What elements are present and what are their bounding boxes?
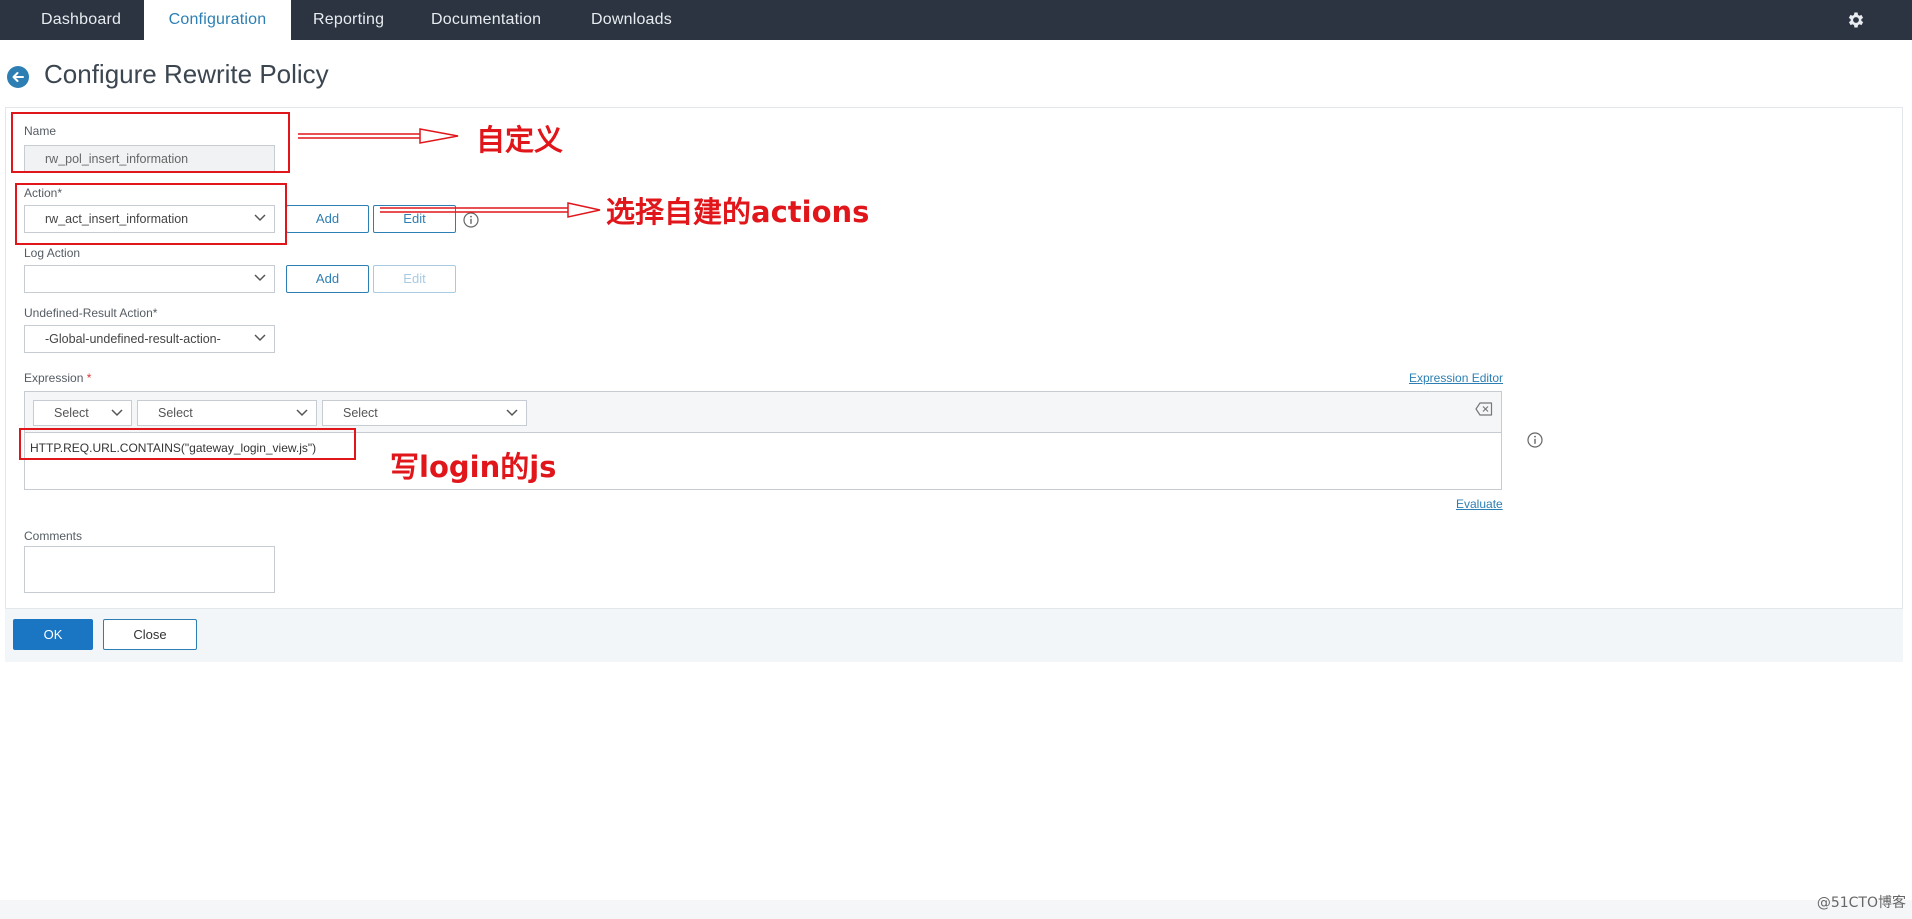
annotation-arrows bbox=[298, 128, 601, 218]
page-bottom-strip bbox=[0, 900, 1912, 919]
watermark: @51CTO博客 bbox=[1816, 895, 1906, 911]
annotation-name-note: 自定义 bbox=[476, 123, 564, 157]
annotation-arrow-action bbox=[380, 202, 601, 218]
annotation-expression-note: 写login的js bbox=[390, 450, 557, 484]
annotation-action-note: 选择自建的actions bbox=[606, 195, 870, 229]
annotation-arrow-name bbox=[298, 128, 459, 144]
